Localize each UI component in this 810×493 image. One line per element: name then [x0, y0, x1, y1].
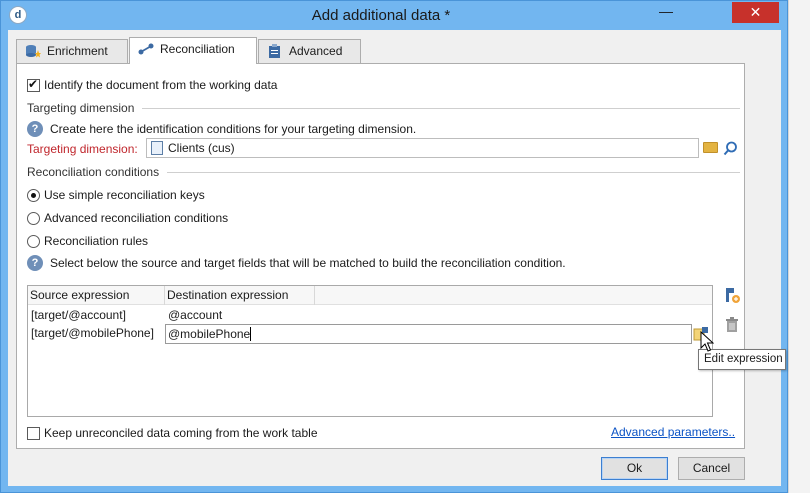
- ok-label: Ok: [626, 461, 643, 475]
- option-label: Use simple reconciliation keys: [44, 188, 205, 202]
- source-cell: [target/@account]: [31, 308, 126, 322]
- help-icon: ?: [27, 255, 43, 271]
- targeting-dimension-value: Clients (cus): [168, 141, 235, 155]
- minimize-button[interactable]: —: [651, 3, 681, 23]
- advanced-parameters-link[interactable]: Advanced parameters..: [611, 425, 735, 439]
- tab-label: Enrichment: [47, 44, 108, 58]
- tab-enrichment[interactable]: Enrichment: [16, 39, 128, 63]
- option-reconciliation-rules[interactable]: Reconciliation rules: [27, 234, 148, 248]
- targeting-help-text: Create here the identification condition…: [50, 122, 417, 136]
- folder-icon[interactable]: [703, 142, 718, 153]
- radio-advanced-conditions[interactable]: [27, 211, 40, 225]
- reconciliation-panel: Identify the document from the working d…: [16, 63, 745, 449]
- targeting-section-title: Targeting dimension: [27, 101, 135, 115]
- option-simple-keys[interactable]: Use simple reconciliation keys: [27, 188, 205, 202]
- schema-icon: [151, 141, 163, 155]
- option-advanced-conditions[interactable]: Advanced reconciliation conditions: [27, 211, 228, 225]
- identify-label: Identify the document from the working d…: [44, 78, 278, 92]
- targeting-dimension-field[interactable]: Clients (cus): [146, 138, 699, 158]
- targeting-help-row: ? Create here the identification conditi…: [27, 121, 416, 137]
- destination-edit-input[interactable]: @mobilePhone: [165, 324, 692, 344]
- clipboard-icon: [269, 44, 280, 58]
- search-icon[interactable]: [723, 141, 738, 156]
- targeting-dimension-label: Targeting dimension:: [27, 142, 138, 156]
- text-caret: [250, 327, 252, 341]
- tab-advanced[interactable]: Advanced: [258, 39, 361, 63]
- tab-label: Reconciliation: [160, 42, 235, 56]
- option-label: Advanced reconciliation conditions: [44, 211, 229, 225]
- option-label: Reconciliation rules: [44, 234, 149, 248]
- identify-checkbox[interactable]: [27, 77, 40, 92]
- dialog-body: Enrichment Reconciliation Advanced ✔ Ide…: [8, 30, 781, 486]
- keep-unreconciled-label: Keep unreconciled data coming from the w…: [44, 426, 318, 440]
- close-button[interactable]: ✕: [732, 2, 779, 23]
- title-bar[interactable]: d Add additional data * — ✕: [1, 1, 787, 30]
- conditions-section-title: Reconciliation conditions: [27, 165, 160, 179]
- column-header-source[interactable]: Source expression: [28, 286, 165, 305]
- section-divider: [142, 108, 740, 109]
- trash-icon[interactable]: [723, 315, 741, 333]
- background-window-edge: [788, 0, 810, 493]
- destination-cell[interactable]: @account: [165, 307, 222, 325]
- column-header-destination[interactable]: Destination expression: [165, 286, 315, 305]
- source-cell: [target/@mobilePhone]: [31, 326, 154, 340]
- database-star-icon: [26, 45, 41, 58]
- destination-edit-value: @mobilePhone: [168, 327, 251, 341]
- link-nodes-icon: [138, 43, 154, 55]
- radio-reconciliation-rules[interactable]: [27, 234, 40, 248]
- identify-row[interactable]: Identify the document from the working d…: [27, 77, 278, 92]
- dialog-window: d Add additional data * — ✕ Enrichment R…: [0, 0, 788, 493]
- grid-help-row: ? Select below the source and target fie…: [27, 255, 566, 271]
- tab-label: Advanced: [289, 44, 343, 58]
- table-row[interactable]: [target/@mobilePhone]: [28, 325, 154, 343]
- table-row[interactable]: [target/@account]: [28, 307, 126, 325]
- mouse-cursor-icon: [700, 331, 714, 352]
- radio-simple-keys[interactable]: [27, 188, 40, 202]
- ok-button[interactable]: Ok: [601, 457, 668, 480]
- section-divider: [167, 172, 740, 173]
- help-icon: ?: [27, 121, 43, 137]
- reconciliation-grid: Source expression Destination expression…: [27, 285, 713, 417]
- cancel-button[interactable]: Cancel: [678, 457, 745, 480]
- window-title: Add additional data *: [311, 7, 451, 24]
- tab-reconciliation[interactable]: Reconciliation: [129, 37, 257, 64]
- add-expression-icon[interactable]: [723, 286, 741, 304]
- grid-header: Source expression Destination expression: [28, 286, 712, 305]
- keep-unreconciled-checkbox[interactable]: [27, 426, 40, 440]
- grid-help-text: Select below the source and target field…: [50, 256, 566, 270]
- cancel-label: Cancel: [692, 461, 731, 475]
- keep-unreconciled-row[interactable]: Keep unreconciled data coming from the w…: [27, 426, 318, 440]
